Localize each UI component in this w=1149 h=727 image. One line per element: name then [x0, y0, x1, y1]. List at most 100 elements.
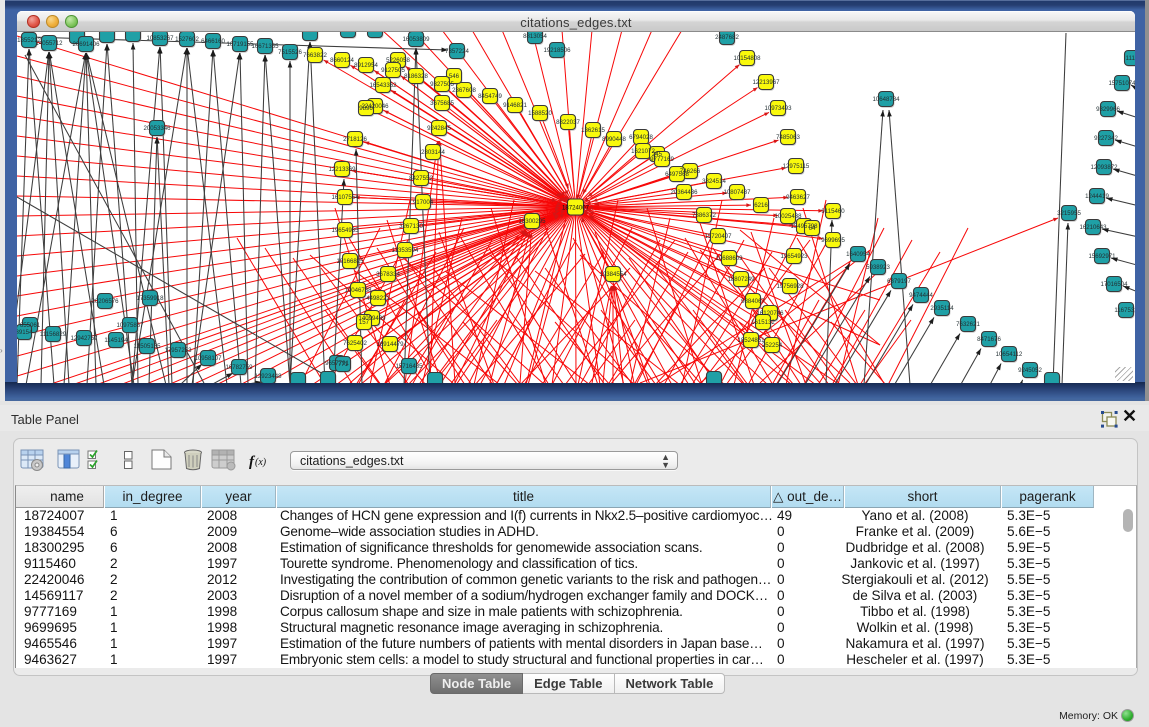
svg-text:3675685: 3675685 [430, 100, 454, 107]
svg-text:7386372: 7386372 [692, 212, 716, 219]
svg-text:1244419: 1244419 [1085, 193, 1109, 200]
svg-text:19384554: 19384554 [599, 271, 627, 278]
svg-text:16053809: 16053809 [402, 36, 430, 43]
svg-text:8660124: 8660124 [330, 57, 354, 64]
svg-text:19654985: 19654985 [331, 227, 359, 234]
svg-text:(x): (x) [255, 457, 267, 468]
svg-text:19654923: 19654923 [780, 253, 808, 260]
svg-text:1615132: 1615132 [751, 319, 775, 326]
svg-text:6794028: 6794028 [629, 134, 653, 141]
svg-text:546: 546 [449, 73, 460, 80]
svg-text:15716485: 15716485 [395, 363, 423, 370]
svg-text:12975115: 12975115 [783, 163, 810, 170]
svg-text:12923448: 12923448 [254, 373, 282, 380]
svg-text:6497568: 6497568 [665, 171, 689, 178]
svg-text:9245052: 9245052 [1018, 367, 1042, 374]
svg-text:9329966: 9329966 [1096, 106, 1120, 113]
svg-text:18300295: 18300295 [518, 218, 546, 225]
svg-text:10807487: 10807487 [723, 189, 751, 196]
svg-text:3678334: 3678334 [376, 271, 400, 278]
svg-text:15692971: 15692971 [1088, 253, 1116, 260]
svg-text:16120746: 16120746 [756, 310, 784, 317]
svg-text:16107554: 16107554 [331, 194, 359, 201]
svg-text:18724007: 18724007 [562, 204, 590, 211]
svg-text:10648784: 10648784 [872, 96, 900, 103]
svg-text:3267130: 3267130 [399, 223, 423, 230]
svg-text:9474444: 9474444 [909, 292, 933, 299]
svg-text:9699695: 9699695 [821, 237, 845, 244]
svg-text:12942757: 12942757 [70, 335, 98, 342]
svg-text:12093872: 12093872 [1090, 164, 1118, 171]
svg-text:19166825: 19166825 [336, 258, 364, 265]
svg-text:9227342: 9227342 [1094, 135, 1118, 142]
svg-text:10719155: 10719155 [226, 41, 254, 48]
svg-text:9127505: 9127505 [381, 67, 405, 74]
svg-text:8990448: 8990448 [602, 136, 626, 143]
svg-text:1145194: 1145194 [104, 337, 128, 344]
svg-text:10973493: 10973493 [764, 105, 792, 112]
svg-text:771: 771 [338, 361, 349, 368]
svg-text:16671355: 16671355 [251, 43, 279, 50]
svg-text:64: 64 [809, 225, 816, 232]
svg-text:2935114: 2935114 [930, 305, 954, 312]
svg-text:20364436: 20364436 [670, 189, 698, 196]
svg-text:9327505: 9327505 [430, 81, 454, 88]
svg-text:39154: 39154 [17, 329, 33, 336]
svg-text:8813054: 8813054 [523, 33, 547, 40]
svg-text:9146821: 9146821 [503, 102, 527, 109]
svg-text:7625402: 7625402 [343, 340, 367, 347]
svg-text:6216: 6216 [754, 202, 768, 209]
svg-text:8822037: 8822037 [556, 119, 580, 126]
svg-text:7357224: 7357224 [445, 48, 469, 55]
svg-text:10975867: 10975867 [116, 322, 144, 329]
svg-text:5938923: 5938923 [866, 264, 890, 271]
svg-text:20206576: 20206576 [91, 298, 119, 305]
svg-text:2718126: 2718126 [343, 136, 367, 143]
svg-text:10654112: 10654112 [996, 351, 1023, 358]
svg-text:19756928: 19756928 [776, 283, 804, 290]
svg-text:1640954: 1640954 [846, 251, 870, 258]
svg-text:252254: 252254 [762, 342, 783, 349]
svg-text:16543362: 16543362 [369, 82, 397, 89]
svg-text:917004: 917004 [413, 199, 434, 206]
svg-text:15720407: 15720407 [704, 233, 732, 240]
svg-text:7663822: 7663822 [303, 52, 327, 59]
svg-text:8471676: 8471676 [977, 336, 1001, 343]
svg-text:12213369: 12213369 [328, 166, 356, 173]
svg-text:16210643: 16210643 [1079, 224, 1107, 231]
svg-text:9115460: 9115460 [821, 208, 845, 215]
svg-text:11156829: 11156829 [40, 331, 67, 338]
svg-text:9242845: 9242845 [427, 125, 451, 132]
svg-text:7515526: 7515526 [278, 49, 302, 56]
svg-text:157: 157 [359, 319, 370, 326]
svg-text:17359918: 17359918 [136, 295, 164, 302]
svg-text:20691406: 20691406 [72, 41, 100, 48]
svg-text:10958107: 10958107 [194, 355, 222, 362]
svg-text:8912954: 8912954 [354, 62, 378, 69]
svg-text:14055712: 14055712 [35, 40, 63, 47]
svg-text:9777169: 9777169 [650, 156, 674, 163]
svg-text:3824514: 3824514 [702, 178, 726, 185]
svg-text:2487682: 2487682 [715, 34, 739, 41]
svg-text:1588520: 1588520 [528, 110, 552, 117]
svg-text:8186328: 8186328 [404, 73, 428, 80]
svg-text:5226058: 5226058 [386, 57, 410, 64]
svg-text:10853267: 10853267 [146, 35, 174, 42]
svg-text:9896: 9896 [359, 105, 373, 112]
svg-text:10154808: 10154808 [733, 55, 761, 62]
svg-text:17016504: 17016504 [1100, 281, 1128, 288]
svg-text:17957253: 17957253 [164, 347, 192, 354]
svg-text:1527602: 1527602 [175, 36, 199, 43]
svg-text:12213967: 12213967 [752, 79, 780, 86]
svg-text:6466160: 6466160 [201, 38, 225, 45]
svg-text:10046788: 10046788 [344, 287, 372, 294]
svg-text:10688609: 10688609 [715, 255, 743, 262]
svg-text:12505135: 12505135 [133, 343, 161, 350]
svg-text:16782759: 16782759 [225, 364, 253, 371]
svg-text:9884067: 9884067 [741, 298, 765, 305]
svg-text:2803144: 2803144 [421, 149, 445, 156]
svg-text:10025438: 10025438 [774, 213, 802, 220]
svg-text:1167533: 1167533 [1114, 307, 1135, 314]
svg-text:1362615: 1362615 [581, 127, 605, 134]
svg-text:7632621: 7632621 [956, 321, 980, 328]
